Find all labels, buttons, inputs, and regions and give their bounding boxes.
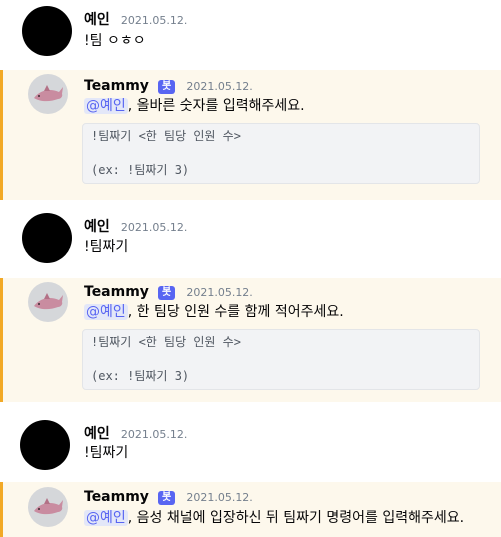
message-text: @예인, 한 팀당 인원 수를 함께 적어주세요. [84, 302, 344, 322]
message-text: @예인, 올바른 숫자를 입력해주세요. [84, 96, 305, 116]
timestamp: 2021.05.12. [120, 428, 188, 441]
message-body: , 올바른 숫자를 입력해주세요. [127, 98, 305, 114]
bot-tag: 봇 [158, 286, 176, 300]
chat-message: 예인 2021.05.12. !팀 ㅇㅎㅇ [0, 0, 501, 62]
code-block: !팀짜기 <한 팀당 인원 수> (ex: !팀짜기 3) [82, 123, 480, 184]
chat-message: 예인 2021.05.12. !팀짜기 [0, 412, 501, 478]
bot-tag: 봇 [158, 80, 176, 94]
timestamp: 2021.05.12. [120, 221, 188, 234]
timestamp: 2021.05.12. [186, 286, 253, 299]
username[interactable]: 예인 [84, 426, 110, 442]
username[interactable]: 예인 [84, 219, 110, 235]
message-header: Teammy 봇 2021.05.12. [84, 487, 253, 507]
code-line: (ex: !팀짜기 3) [91, 163, 190, 177]
code-line: !팀짜기 <한 팀당 인원 수> [91, 129, 241, 143]
user-mention[interactable]: @예인 [84, 304, 128, 320]
code-line: (ex: !팀짜기 3) [91, 369, 190, 383]
avatar[interactable] [22, 6, 72, 56]
shark-icon [34, 498, 63, 515]
message-text: !팀짜기 [84, 239, 129, 255]
avatar[interactable] [20, 420, 70, 470]
username[interactable]: Teammy [84, 489, 149, 505]
username[interactable]: Teammy [84, 78, 149, 94]
bot-tag: 봇 [158, 491, 176, 505]
chat-message-highlighted: Teammy 봇 2021.05.12. @예인, 한 팀당 인원 수를 함께 … [0, 278, 501, 402]
message-header: 예인 2021.05.12. [84, 10, 187, 30]
avatar[interactable] [28, 74, 68, 114]
username[interactable]: 예인 [84, 12, 110, 28]
user-mention[interactable]: @예인 [84, 510, 128, 526]
message-header: Teammy 봇 2021.05.12. [84, 282, 253, 302]
username[interactable]: Teammy [84, 284, 149, 300]
message-header: 예인 2021.05.12. [84, 217, 187, 237]
chat-message-highlighted: Teammy 봇 2021.05.12. @예인, 음성 채널에 입장하신 뒤 … [0, 482, 501, 537]
message-text: !팀 ㅇㅎㅇ [84, 33, 146, 49]
message-text: !팀짜기 [84, 445, 129, 461]
avatar[interactable] [28, 487, 68, 527]
message-header: Teammy 봇 2021.05.12. [84, 76, 253, 96]
avatar[interactable] [22, 213, 72, 263]
code-line: !팀짜기 <한 팀당 인원 수> [91, 335, 241, 349]
avatar[interactable] [28, 282, 68, 322]
shark-icon [34, 293, 63, 310]
timestamp: 2021.05.12. [120, 14, 188, 27]
chat-message-highlighted: Teammy 봇 2021.05.12. @예인, 올바른 숫자를 입력해주세요… [0, 70, 501, 200]
message-body: , 음성 채널에 입장하신 뒤 팀짜기 명령어를 입력해주세요. [127, 510, 465, 526]
timestamp: 2021.05.12. [186, 80, 253, 93]
message-text: @예인, 음성 채널에 입장하신 뒤 팀짜기 명령어를 입력해주세요. [84, 508, 464, 528]
chat-message: 예인 2021.05.12. !팀짜기 [0, 208, 501, 270]
timestamp: 2021.05.12. [186, 491, 253, 504]
user-mention[interactable]: @예인 [84, 98, 128, 114]
shark-icon [34, 85, 63, 102]
message-body: , 한 팀당 인원 수를 함께 적어주세요. [127, 304, 344, 320]
message-header: 예인 2021.05.12. [84, 424, 187, 444]
code-block: !팀짜기 <한 팀당 인원 수> (ex: !팀짜기 3) [82, 329, 480, 390]
